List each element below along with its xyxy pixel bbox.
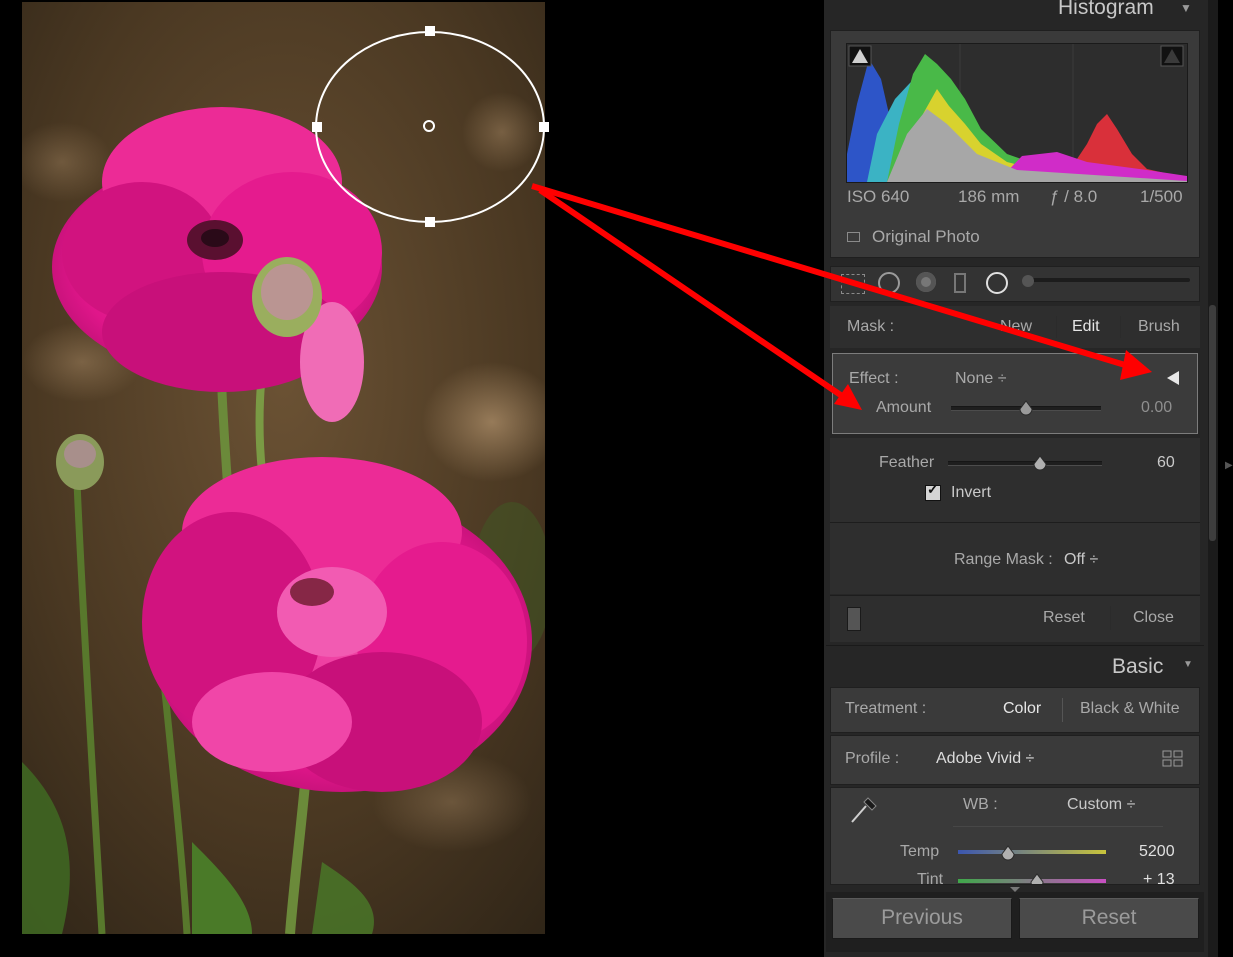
basic-collapse-icon[interactable]: ▼: [1183, 659, 1193, 670]
invert-label[interactable]: Invert: [951, 484, 991, 502]
mask-divider: [1056, 316, 1057, 338]
panel-collapse-arrow-icon[interactable]: ▶: [1225, 460, 1233, 471]
histogram-collapse-icon[interactable]: ▼: [1180, 1, 1192, 15]
original-photo-label: Original Photo: [872, 227, 980, 246]
feather-value[interactable]: 60: [1157, 454, 1175, 472]
mask-divider: [1120, 316, 1121, 338]
temp-value[interactable]: 5200: [1139, 843, 1175, 861]
wb-divider: [953, 826, 1163, 827]
checkmark-icon: ✓: [927, 481, 939, 497]
eyedropper-icon[interactable]: [846, 794, 880, 826]
treatment-color-option[interactable]: Color: [1003, 700, 1041, 718]
effect-dropdown[interactable]: None ÷: [955, 370, 1006, 388]
mask-label: Mask :: [847, 318, 895, 335]
feather-label: Feather: [879, 454, 935, 471]
radial-filter-icon[interactable]: [986, 272, 1008, 294]
mask-mode-brush[interactable]: Brush: [1138, 318, 1180, 336]
reset-button[interactable]: Reset: [1019, 898, 1199, 939]
amount-label: Amount: [876, 399, 932, 416]
effect-expand-icon[interactable]: [1167, 371, 1179, 385]
temp-slider-track[interactable]: [958, 850, 1106, 854]
red-eye-icon[interactable]: [916, 272, 936, 292]
amount-value[interactable]: 0.00: [1141, 399, 1172, 417]
crop-tool-icon[interactable]: [841, 274, 865, 294]
wb-label: WB :: [963, 796, 998, 813]
exif-shutter: 1/500: [1140, 187, 1183, 206]
footer-divider: [1110, 606, 1111, 630]
radial-filter-handle-top[interactable]: [425, 26, 435, 36]
radial-filter-handle-right[interactable]: [539, 122, 549, 132]
filter-reset-button[interactable]: Reset: [1043, 609, 1085, 627]
temp-slider-thumb[interactable]: [1000, 845, 1016, 861]
previous-button[interactable]: Previous: [832, 898, 1012, 939]
profile-dropdown[interactable]: Adobe Vivid ÷: [936, 750, 1034, 768]
panel-scrollbar-thumb[interactable]: [1209, 305, 1216, 541]
filter-close-button[interactable]: Close: [1133, 609, 1174, 627]
mask-mode-new[interactable]: New: [1000, 318, 1032, 336]
radial-filter-center-pin[interactable]: [423, 120, 435, 132]
treatment-label: Treatment :: [845, 700, 927, 717]
radial-filter-ellipse[interactable]: [315, 31, 545, 223]
adjustment-brush-icon[interactable]: [1022, 275, 1034, 287]
treatment-bw-option[interactable]: Black & White: [1080, 700, 1180, 718]
radial-filter-handle-left[interactable]: [312, 122, 322, 132]
filter-toggle-switch[interactable]: [847, 607, 861, 631]
spot-removal-icon[interactable]: [878, 272, 900, 294]
feather-slider-track[interactable]: [948, 461, 1102, 466]
range-mask-dropdown[interactable]: Off ÷: [1064, 551, 1098, 569]
temp-label: Temp: [900, 843, 940, 860]
effect-box: [832, 353, 1198, 434]
amount-slider-thumb[interactable]: [1018, 400, 1034, 416]
feather-section: [830, 438, 1200, 522]
histogram-title[interactable]: Histogram: [1058, 0, 1154, 20]
mask-mode-edit[interactable]: Edit: [1072, 318, 1100, 336]
tint-value[interactable]: + 13: [1143, 871, 1175, 884]
basic-title[interactable]: Basic: [1112, 655, 1163, 679]
profile-label: Profile :: [845, 750, 900, 767]
tint-row-clip: Tint + 13: [830, 866, 1200, 884]
feather-slider-thumb[interactable]: [1032, 455, 1048, 471]
histogram-graph: [846, 43, 1188, 183]
tint-slider-thumb[interactable]: [1029, 873, 1045, 884]
effect-label: Effect :: [849, 370, 899, 387]
exif-iso: ISO 640: [847, 187, 910, 206]
profile-browser-icon[interactable]: [1162, 750, 1184, 768]
original-photo-checkbox[interactable]: [847, 232, 860, 242]
exif-aperture: ƒ / 8.0: [1050, 187, 1098, 206]
adjustment-brush-strip[interactable]: [1024, 278, 1190, 282]
treatment-divider: [1062, 698, 1063, 722]
radial-filter-handle-bottom[interactable]: [425, 217, 435, 227]
wb-dropdown[interactable]: Custom ÷: [1067, 796, 1135, 814]
tint-label: Tint: [917, 871, 944, 884]
range-mask-label: Range Mask :: [954, 551, 1053, 568]
exif-focal-length: 186 mm: [958, 187, 1020, 206]
graduated-filter-icon[interactable]: [954, 273, 966, 293]
